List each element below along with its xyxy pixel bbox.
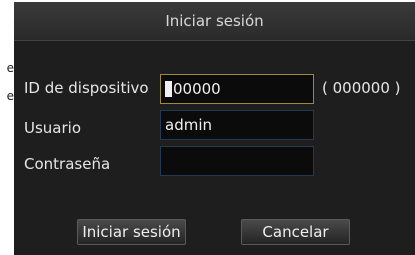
text-cursor [165, 81, 172, 97]
device-id-field[interactable]: 00000 [160, 74, 314, 104]
page: e e Iniciar sesión ID de dispositivo 000… [0, 0, 415, 255]
device-id-hint: ( 000000 ) [322, 79, 401, 97]
password-field[interactable] [160, 146, 314, 176]
background-text-fragment: e [6, 89, 14, 103]
login-dialog: Iniciar sesión ID de dispositivo 00000 (… [14, 2, 415, 255]
username-label: Usuario [24, 119, 82, 137]
username-field[interactable]: admin [160, 110, 314, 140]
background-text-fragment: e [6, 61, 14, 75]
login-button[interactable]: Iniciar sesión [77, 219, 186, 245]
dialog-title: Iniciar sesión [14, 2, 415, 41]
password-label: Contraseña [24, 155, 111, 173]
device-id-value: 00000 [173, 80, 221, 98]
cancel-button[interactable]: Cancelar [241, 219, 350, 245]
device-id-label: ID de dispositivo [24, 79, 149, 97]
